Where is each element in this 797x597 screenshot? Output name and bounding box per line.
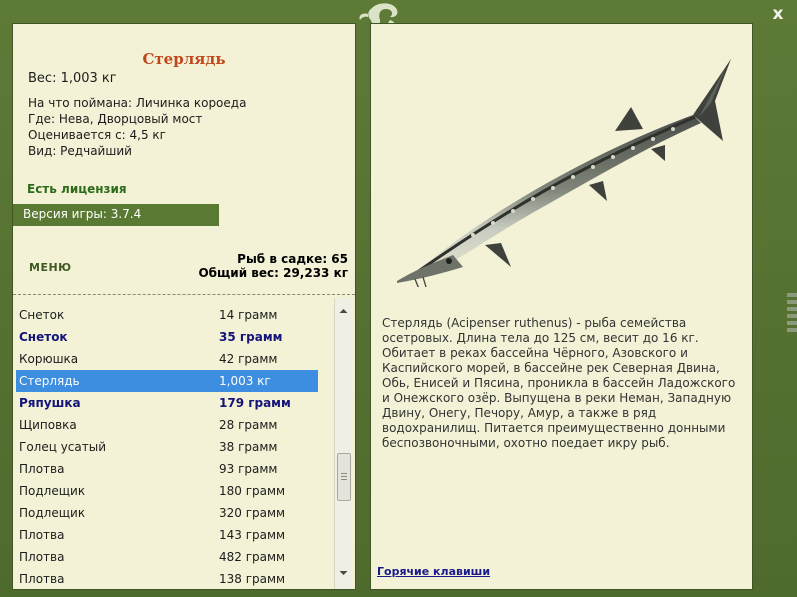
catch-fish-weight: 482 грамм [219, 550, 286, 564]
catch-fish-weight: 138 грамм [219, 572, 286, 586]
catch-list-row[interactable]: Голец усатый 38 грамм [16, 436, 318, 458]
catch-list-row[interactable]: Плотва 138 грамм [16, 568, 318, 589]
version-bar: Версия игры: 3.7.4 [13, 204, 219, 226]
scrollbar[interactable] [334, 298, 352, 589]
fish-details: На что поймана: Личинка короеда Где: Нев… [28, 95, 246, 159]
catch-fish-name: Плотва [19, 550, 65, 564]
close-button[interactable]: x [767, 3, 789, 25]
valued-from: Оценивается с: 4,5 кг [28, 128, 166, 142]
catch-list-row[interactable]: Стерлядь 1,003 кг [16, 370, 318, 392]
catch-fish-name: Снеток [19, 330, 68, 344]
catch-info-panel: Стерлядь Вес: 1,003 кг На что поймана: Л… [12, 23, 356, 590]
license-status: Есть лицензия [27, 182, 127, 196]
catch-list-row[interactable]: Снеток 35 грамм [16, 326, 318, 348]
catch-fish-weight: 143 грамм [219, 528, 286, 542]
catch-list-row[interactable]: Подлещик 180 грамм [16, 480, 318, 502]
catch-fish-weight: 38 грамм [219, 440, 278, 454]
caught-with: На что поймана: Личинка короеда [28, 96, 247, 110]
total-weight: Общий вес: 29,233 кг [198, 266, 348, 280]
catch-fish-name: Щиповка [19, 418, 77, 432]
window-edge-decoration [785, 290, 797, 350]
catch-fish-weight: 14 грамм [219, 308, 278, 322]
scroll-down-arrow-icon[interactable] [337, 566, 350, 580]
catch-fish-name: Плотва [19, 528, 65, 542]
catch-fish-weight: 180 грамм [219, 484, 286, 498]
catch-fish-name: Подлещик [19, 506, 86, 520]
scrollbar-thumb[interactable] [337, 453, 351, 501]
catch-fish-name: Подлещик [19, 484, 86, 498]
game-version: Версия игры: 3.7.4 [23, 207, 142, 221]
catch-list-row[interactable]: Щиповка 28 грамм [16, 414, 318, 436]
sterlet-fish-image [397, 59, 731, 287]
fish-rarity: Вид: Редчайший [28, 144, 132, 158]
catch-fish-name: Голец усатый [19, 440, 107, 454]
keepnet-stats: Рыб в садке: 65 Общий вес: 29,233 кг [198, 252, 348, 280]
catch-location: Где: Нева, Дворцовый мост [28, 112, 203, 126]
fish-description: Стерлядь (Acipenser ruthenus) - рыба сем… [382, 316, 736, 450]
catch-fish-name: Стерлядь [19, 374, 80, 388]
catch-fish-weight: 93 грамм [219, 462, 278, 476]
catch-fish-name: Корюшка [19, 352, 79, 366]
fish-weight: Вес: 1,003 кг [28, 71, 117, 86]
catch-fish-name: Плотва [19, 572, 65, 586]
menu-button[interactable]: МЕНЮ [29, 261, 72, 274]
catch-list[interactable]: Снеток 14 грамм Снеток 35 грамм Корюшка 42 гр… [16, 304, 318, 589]
catch-fish-name: Снеток [19, 308, 65, 322]
catch-fish-weight: 1,003 кг [219, 374, 271, 388]
catch-fish-name: Ряпушка [19, 396, 81, 410]
catch-list-area: Снеток 14 грамм Снеток 35 грамм Корюшка 42 гр… [13, 298, 355, 589]
catch-list-row[interactable]: Плотва 93 грамм [16, 458, 318, 480]
divider [13, 294, 355, 295]
scroll-up-arrow-icon[interactable] [337, 304, 350, 318]
fish-name-title: Стерлядь [142, 50, 226, 68]
catch-list-row[interactable]: Плотва 143 грамм [16, 524, 318, 546]
catch-fish-weight: 179 грамм [219, 396, 291, 410]
catch-fish-weight: 35 грамм [219, 330, 283, 344]
fish-description-panel: Стерлядь (Acipenser ruthenus) - рыба сем… [370, 23, 753, 590]
catch-list-row[interactable]: Подлещик 320 грамм [16, 502, 318, 524]
catch-fish-weight: 42 грамм [219, 352, 278, 366]
catch-fish-name: Плотва [19, 462, 65, 476]
catch-list-row[interactable]: Снеток 14 грамм [16, 304, 318, 326]
catch-fish-weight: 28 грамм [219, 418, 278, 432]
catch-list-row[interactable]: Плотва 482 грамм [16, 546, 318, 568]
fish-count: Рыб в садке: 65 [237, 252, 348, 266]
catch-fish-weight: 320 грамм [219, 506, 286, 520]
catch-list-row[interactable]: Корюшка 42 грамм [16, 348, 318, 370]
catch-list-row[interactable]: Ряпушка 179 грамм [16, 392, 318, 414]
hotkeys-link[interactable]: Горячие клавиши [377, 565, 490, 578]
